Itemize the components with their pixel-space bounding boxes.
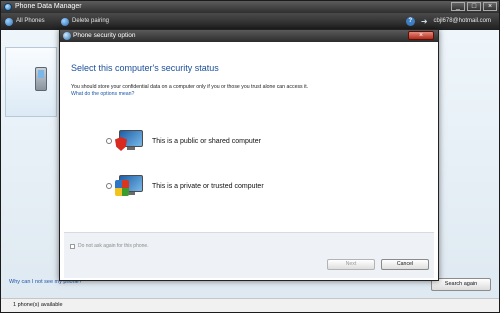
- dialog-close-button[interactable]: ×: [408, 31, 434, 40]
- toolbar-right: ? ➜ cbjl678@hotmail.com: [405, 13, 491, 30]
- dialog-body: Select this computer's security status Y…: [64, 44, 434, 278]
- option-public-computer[interactable]: This is a public or shared computer: [106, 129, 261, 153]
- public-computer-radio[interactable]: [106, 138, 112, 144]
- dialog-app-icon: [63, 32, 71, 40]
- do-not-ask-again-checkbox-row[interactable]: Do not ask again for this phone.: [70, 243, 149, 249]
- public-computer-label: This is a public or shared computer: [152, 137, 261, 145]
- phone-icon: [35, 67, 47, 91]
- app-logo-icon: [4, 3, 12, 11]
- options-help-link[interactable]: What do the options mean?: [71, 91, 134, 97]
- app-title: Phone Data Manager: [15, 3, 82, 10]
- do-not-ask-again-checkbox[interactable]: [70, 243, 75, 249]
- monitor-trusted-shield-icon: [115, 174, 146, 198]
- search-again-button[interactable]: Search again: [431, 278, 491, 291]
- phone-screen: [38, 70, 44, 78]
- minimize-button[interactable]: _: [451, 2, 465, 11]
- phones-icon: [5, 17, 13, 26]
- dialog-titlebar: Phone security option ×: [60, 30, 438, 42]
- signin-arrow-icon[interactable]: ➜: [421, 13, 428, 30]
- delete-icon: [61, 17, 69, 26]
- dialog-heading: Select this computer's security status: [71, 63, 219, 73]
- all-phones-label: All Phones: [16, 18, 45, 24]
- account-label[interactable]: cbjl678@hotmail.com: [434, 13, 491, 30]
- window-controls: _ □ ×: [451, 2, 497, 11]
- monitor-warning-shield-icon: [115, 129, 146, 153]
- all-phones-button[interactable]: All Phones: [5, 13, 45, 30]
- toolbar: All Phones Delete pairing ? ➜ cbjl678@ho…: [1, 13, 499, 30]
- phone-device-card[interactable]: [5, 47, 57, 117]
- next-button[interactable]: Next: [327, 259, 375, 270]
- maximize-button[interactable]: □: [467, 2, 481, 11]
- app-titlebar: Phone Data Manager _ □ ×: [1, 1, 499, 13]
- dialog-title: Phone security option: [73, 32, 136, 39]
- private-computer-label: This is a private or trusted computer: [152, 182, 264, 190]
- delete-pairing-button[interactable]: Delete pairing: [61, 13, 109, 30]
- status-bar: 1 phone(s) available: [1, 298, 499, 312]
- dialog-description: You should store your confidential data …: [71, 84, 309, 90]
- phone-security-dialog: Phone security option × Select this comp…: [59, 29, 439, 281]
- do-not-ask-again-label: Do not ask again for this phone.: [78, 243, 149, 249]
- help-icon[interactable]: ?: [405, 17, 415, 26]
- cancel-button[interactable]: Cancel: [381, 259, 429, 270]
- private-computer-radio[interactable]: [106, 183, 112, 189]
- dialog-footer: Do not ask again for this phone. Next Ca…: [64, 232, 434, 278]
- delete-pairing-label: Delete pairing: [72, 18, 110, 24]
- option-private-computer[interactable]: This is a private or trusted computer: [106, 174, 264, 198]
- close-button[interactable]: ×: [483, 2, 497, 11]
